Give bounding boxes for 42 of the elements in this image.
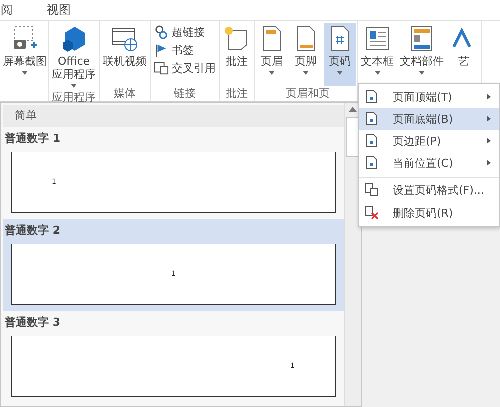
bookmark-icon <box>154 43 169 58</box>
ribbon-button[interactable]: 屏幕截图 <box>1 23 49 101</box>
menu-item[interactable]: 删除页码(R) <box>359 202 499 224</box>
ribbon-button[interactable]: Office 应用程序 <box>50 23 98 90</box>
submenu-arrow-icon <box>487 138 491 144</box>
submenu-arrow-icon <box>487 116 491 122</box>
scroll-up-icon[interactable] <box>349 107 357 112</box>
ribbon-small-button[interactable]: 交叉引用 <box>152 60 218 77</box>
link-icon <box>154 25 169 40</box>
gallery-heading: 简单 <box>3 105 344 127</box>
group-label: 批注 <box>225 86 249 101</box>
submenu-arrow-icon <box>487 94 491 100</box>
ribbon-button[interactable]: 页脚 <box>290 23 322 86</box>
group-label: 应用程序 <box>51 90 97 105</box>
caret-icon <box>22 71 28 75</box>
group-label: 链接 <box>173 86 197 101</box>
group-label: 页眉和页 <box>286 86 330 101</box>
ribbon-tab[interactable]: 视图 <box>47 2 71 18</box>
submenu-arrow-icon <box>487 160 491 166</box>
ribbon-button[interactable]: 批注 <box>221 23 253 86</box>
caret-icon <box>374 71 380 75</box>
delete-icon <box>365 206 379 220</box>
textbox-icon <box>364 25 392 53</box>
ribbon-small-button[interactable]: 书签 <box>152 42 218 59</box>
crossref-icon <box>154 61 169 76</box>
ribbon-small-button[interactable]: 超链接 <box>152 24 218 41</box>
ribbon-button[interactable]: 联机视频 <box>101 23 149 86</box>
ribbon-button[interactable]: 页眉 <box>256 23 288 86</box>
group-label: 媒体 <box>113 86 137 101</box>
ribbon-tab[interactable]: 阅 <box>1 2 13 18</box>
caret-icon <box>269 71 275 75</box>
caret-icon <box>303 71 309 75</box>
caret-icon <box>419 71 425 75</box>
menu-item[interactable]: 页面底端(B) <box>359 108 499 130</box>
scrollbar[interactable] <box>344 103 361 406</box>
caret-icon <box>71 84 77 88</box>
menu-item[interactable]: 当前位置(C) <box>359 152 499 174</box>
menu-item[interactable]: 页边距(P) <box>359 130 499 152</box>
menu-item[interactable]: 设置页码格式(F)... <box>359 177 499 202</box>
caret-icon <box>337 71 343 75</box>
menu-item[interactable]: 页面顶端(T) <box>359 86 499 108</box>
ribbon-button[interactable]: 页码 <box>324 23 356 86</box>
